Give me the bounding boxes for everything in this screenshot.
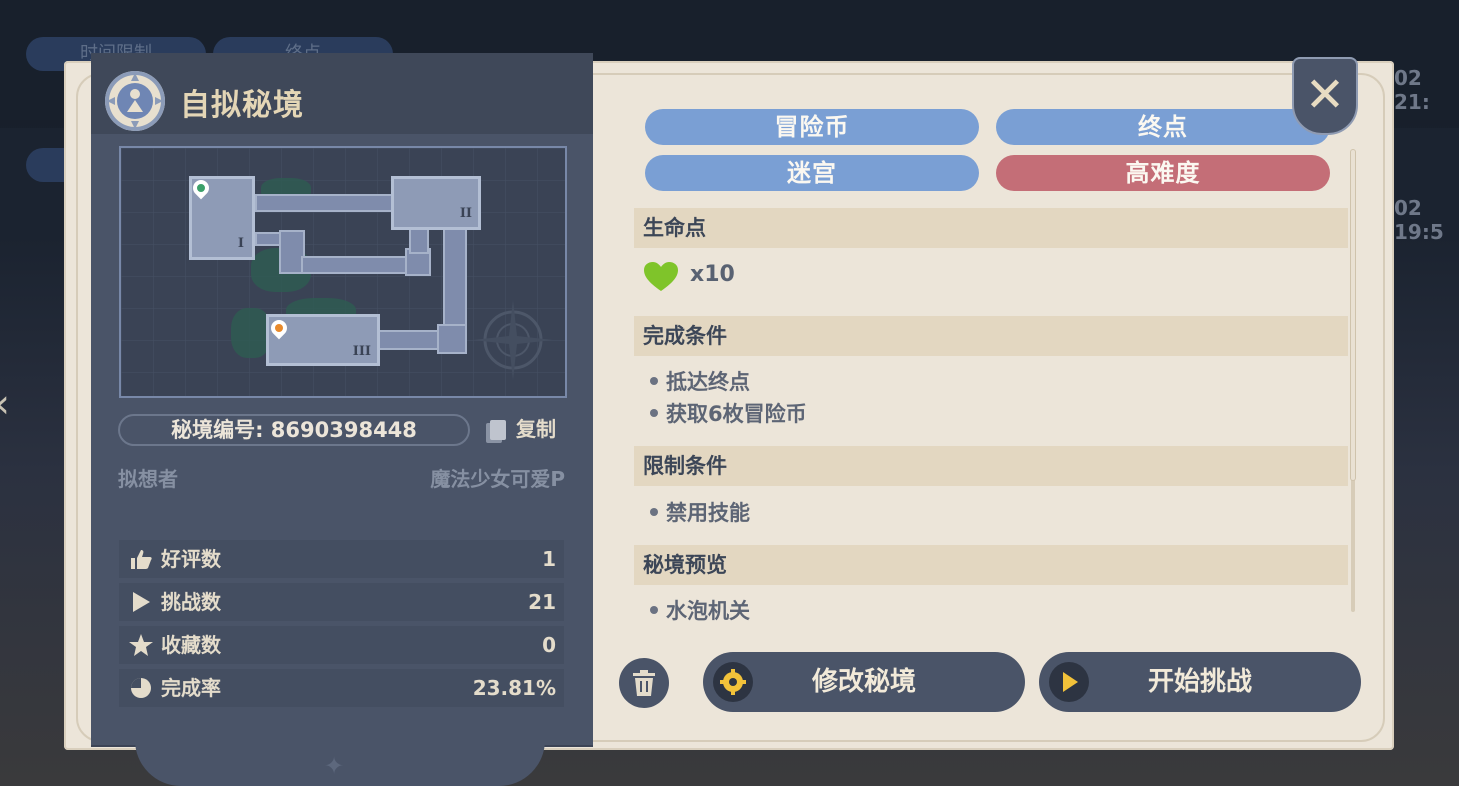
preview-item: 水泡机关: [650, 595, 750, 625]
condition-text: 抵达终点: [666, 370, 750, 394]
tag-coins: 冒险币: [645, 109, 979, 145]
start-challenge-label: 开始挑战: [1147, 667, 1252, 697]
stat-value: 21: [528, 590, 556, 614]
stat-value: 1: [542, 547, 556, 571]
tag-goal: 终点: [996, 109, 1330, 145]
stat-row-likes: 好评数 1: [119, 540, 564, 578]
map-room: II: [391, 176, 481, 230]
map-room-label: III: [352, 344, 371, 359]
close-icon: ✕: [1304, 67, 1346, 123]
stat-label: 收藏数: [161, 633, 221, 657]
stat-value: 0: [542, 633, 556, 657]
edit-domain-label: 修改秘境: [811, 667, 916, 697]
section-preview-title: 秘境预览: [634, 545, 1348, 585]
section-restriction-title: 限制条件: [634, 446, 1348, 486]
dungeon-code: 秘境编号: 8690398448: [118, 414, 470, 446]
stat-label: 挑战数: [161, 590, 221, 614]
star-icon: [129, 634, 153, 656]
dungeon-map: I II III: [119, 146, 567, 398]
preview-text: 水泡机关: [666, 599, 750, 623]
edit-domain-button[interactable]: 修改秘境: [703, 652, 1025, 712]
section-life-title: 生命点: [634, 208, 1348, 248]
background-date: 02 19:5: [1394, 196, 1444, 244]
copy-label: 复制: [516, 417, 556, 441]
bullet: [650, 606, 658, 614]
close-button[interactable]: ✕: [1292, 57, 1358, 135]
play-icon: [1049, 662, 1089, 702]
restriction-text: 禁用技能: [666, 501, 750, 525]
map-room-label: II: [459, 206, 472, 221]
panel-header: [91, 53, 593, 134]
sparkle-icon: ✦: [324, 752, 345, 780]
map-corridor: [377, 330, 441, 350]
stat-row-completion: 完成率 23.81%: [119, 669, 564, 707]
chevron-left-icon[interactable]: ‹: [0, 382, 30, 426]
thumbs-up-icon: [131, 550, 152, 569]
compass-icon: [473, 300, 553, 380]
life-count: x10: [690, 262, 735, 287]
map-corridor: [409, 226, 429, 254]
scrollbar-thumb[interactable]: [1351, 150, 1355, 480]
bullet: [650, 409, 658, 417]
author-name[interactable]: 魔法少女可爱P: [430, 463, 565, 492]
restriction-condition: 禁用技能: [650, 497, 750, 527]
stat-row-favorites: 收藏数 0: [119, 626, 564, 664]
map-corridor: [255, 194, 395, 212]
play-icon: [133, 592, 150, 612]
background-date: 02 21:: [1394, 66, 1430, 114]
pie-icon: [131, 678, 151, 698]
panel-title: 自拟秘境: [180, 88, 304, 123]
stat-label: 完成率: [161, 676, 221, 700]
map-room-label: I: [237, 236, 244, 251]
copy-icon: [490, 420, 506, 440]
stat-row-challenges: 挑战数 21: [119, 583, 564, 621]
tag-maze: 迷宫: [645, 155, 979, 191]
map-corridor: [301, 256, 411, 274]
tag-hard: 高难度: [996, 155, 1330, 191]
map-corridor: [437, 324, 467, 354]
stat-value: 23.81%: [472, 676, 556, 700]
heart-icon: [644, 262, 678, 291]
delete-button[interactable]: [619, 658, 669, 708]
domain-emblem-icon: [105, 71, 165, 131]
bullet: [650, 377, 658, 385]
completion-condition: 获取6枚冒险币: [650, 398, 807, 428]
bullet: [650, 508, 658, 516]
start-challenge-button[interactable]: 开始挑战: [1039, 652, 1361, 712]
condition-text: 获取6枚冒险币: [666, 402, 807, 426]
completion-condition: 抵达终点: [650, 366, 750, 396]
map-foliage: [231, 308, 271, 358]
gear-icon: [713, 662, 753, 702]
author-label: 拟想者: [118, 467, 178, 491]
stat-label: 好评数: [161, 547, 221, 571]
section-completion-title: 完成条件: [634, 316, 1348, 356]
trash-icon: [633, 670, 655, 696]
copy-button[interactable]: 复制: [490, 414, 556, 444]
